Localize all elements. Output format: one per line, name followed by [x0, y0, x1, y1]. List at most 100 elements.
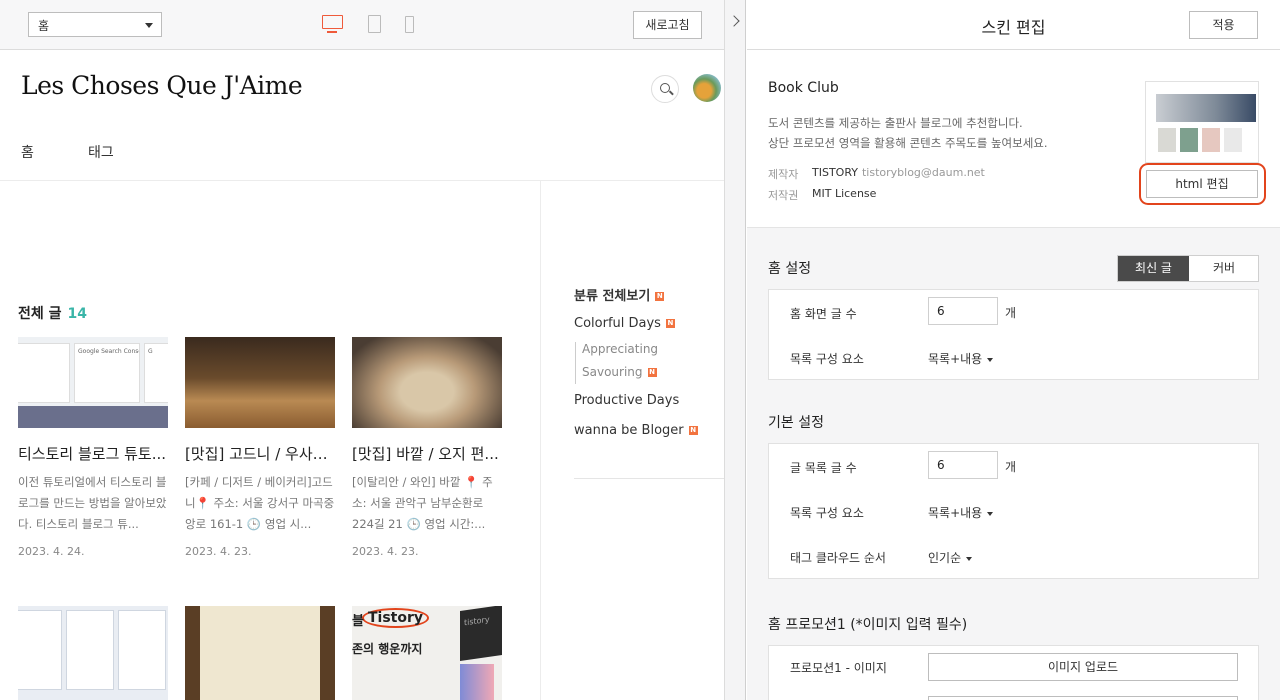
post-thumbnail[interactable] [352, 337, 502, 428]
post-excerpt: 이전 튜토리얼에서 티스토리 블로그를 만드는 방법을 알아보았다. 티스토리 … [18, 475, 167, 531]
seg-cover[interactable]: 커버 [1189, 256, 1259, 281]
header-divider [0, 180, 724, 181]
basic-settings-box: 글 목록 글 수 6 개 목록 구성 요소 목록+내용 태그 클라우드 순서 인… [768, 443, 1259, 579]
category-item[interactable]: wanna be Bloger N [574, 423, 698, 438]
seg-latest-posts[interactable]: 최신 글 [1118, 256, 1189, 281]
thumb-shape [460, 664, 494, 700]
new-badge: N [647, 368, 657, 377]
promo-box: 프로모션1 - 이미지 이미지 업로드 [768, 645, 1259, 700]
thumb-brand: Tistory [362, 608, 430, 628]
skin-editor-body[interactable]: Book Club 도서 콘텐츠를 제공하는 출판사 블로그에 추천합니다. 상… [747, 51, 1280, 700]
thumb-panel [18, 610, 62, 690]
image-upload-field-next[interactable] [928, 696, 1238, 700]
chevron-right-icon [728, 15, 740, 27]
category-label: Productive Days [574, 393, 680, 408]
post-date: 2023. 4. 23. [352, 545, 419, 558]
post-thumbnail[interactable] [18, 606, 168, 700]
page-select[interactable]: 홈 [28, 12, 162, 37]
post-excerpt: [카페 / 디저트 / 베이커리]고드니📍 주소: 서울 강서구 마곡중앙로 1… [185, 475, 335, 531]
list-post-count-unit: 개 [1005, 460, 1017, 474]
subcategory-item[interactable]: Appreciating [582, 342, 658, 356]
chevron-down-icon [145, 23, 153, 28]
home-settings-box: 홈 화면 글 수 6 개 목록 구성 요소 목록+내용 [768, 289, 1259, 380]
license-value: MIT License [812, 187, 877, 200]
skin-info: Book Club 도서 콘텐츠를 제공하는 출판사 블로그에 추천합니다. 상… [747, 51, 1280, 228]
post-thumbnail[interactable]: Tistory 블 존의 행운까지 tistory [352, 606, 502, 700]
maker-value: TISTORY tistoryblog@daum.net [812, 166, 985, 179]
basic-list-value: 목록+내용 [928, 506, 983, 520]
apply-button[interactable]: 적용 [1189, 11, 1258, 39]
post-card[interactable] [185, 606, 335, 700]
thumb-tile [1224, 128, 1242, 152]
desktop-view-icon[interactable] [322, 15, 343, 33]
sidebar-bottom-divider [574, 478, 724, 479]
home-settings-title: 홈 설정 [768, 261, 812, 277]
tag-order-label: 태그 클라우드 순서 [790, 551, 886, 565]
thumb-tile [1158, 128, 1176, 152]
home-type-toggle: 최신 글 커버 [1117, 255, 1259, 282]
thumb-text: 존의 행운까지 [352, 642, 423, 656]
basic-list-dropdown[interactable]: 목록+내용 [928, 504, 994, 521]
category-all-label: 분류 전체보기 [574, 289, 651, 304]
post-thumbnail[interactable] [185, 606, 335, 700]
refresh-button[interactable]: 새로고침 [633, 11, 702, 39]
thumb-box: tistory [460, 606, 502, 661]
post-title[interactable]: [맛집] 고드니 / 우사기... [185, 443, 335, 464]
category-item[interactable]: Productive Days [574, 393, 679, 408]
post-title[interactable]: [맛집] 바깥 / 오지 편... [352, 443, 502, 464]
nav-home[interactable]: 홈 [21, 142, 34, 162]
category-item[interactable]: Colorful Days N [574, 316, 675, 331]
mobile-view-icon[interactable] [405, 16, 414, 33]
skin-desc-line: 상단 프로모션 영역을 활용해 콘텐츠 주목도를 높여보세요. [768, 136, 1048, 150]
new-badge: N [655, 292, 665, 301]
panel-collapse-toggle[interactable] [724, 0, 746, 700]
blog-preview: Les Choses Que J'Aime 홈 태그 전체 글 14 Google… [0, 51, 724, 700]
all-posts-count: 14 [67, 306, 87, 322]
tablet-view-icon[interactable] [368, 15, 381, 33]
sidebar-divider [540, 181, 541, 700]
nav-tag[interactable]: 태그 [88, 142, 114, 162]
post-card[interactable]: Tistory 블 존의 행운까지 tistory [352, 606, 502, 700]
home-list-dropdown[interactable]: 목록+내용 [928, 350, 994, 367]
new-badge: N [665, 319, 675, 328]
category-label: Colorful Days [574, 316, 661, 331]
image-upload-button[interactable]: 이미지 업로드 [928, 653, 1238, 681]
post-card[interactable]: [맛집] 바깥 / 오지 편... [이탈리안 / 와인] 바깥 📍 주소: 서… [352, 337, 502, 558]
subcategory-line [575, 342, 576, 384]
subcategory-item[interactable]: Savouring N [582, 365, 657, 379]
post-thumbnail[interactable] [185, 337, 335, 428]
blog-title[interactable]: Les Choses Que J'Aime [21, 71, 303, 100]
search-button[interactable] [651, 75, 679, 103]
avatar[interactable] [693, 74, 721, 102]
tag-order-value: 인기순 [928, 551, 962, 565]
thumb-tile [1202, 128, 1220, 152]
thumb-card [18, 343, 70, 403]
post-thumbnail[interactable]: Google Search Console G [18, 337, 168, 428]
thumb-text: 블 [352, 614, 364, 629]
thumb-box-text: tistory [464, 614, 490, 628]
post-title[interactable]: 티스토리 블로그 튜토... [18, 443, 168, 464]
thumb-card: Google Search Console [74, 343, 140, 403]
post-card[interactable]: Google Search Console G 티스토리 블로그 튜토... 이… [18, 337, 168, 558]
post-card[interactable] [18, 606, 168, 700]
home-post-count-input[interactable]: 6 [928, 297, 998, 325]
post-date: 2023. 4. 24. [18, 545, 85, 558]
thumb-tile [1180, 128, 1198, 152]
all-posts-label: 전체 글 [18, 306, 62, 322]
home-post-count-label: 홈 화면 글 수 [790, 307, 857, 321]
category-all[interactable]: 분류 전체보기 N [574, 285, 665, 304]
tag-order-dropdown[interactable]: 인기순 [928, 549, 973, 566]
new-badge: N [688, 426, 698, 435]
list-post-count-input[interactable]: 6 [928, 451, 998, 479]
page-select-value: 홈 [38, 19, 50, 33]
post-card[interactable]: [맛집] 고드니 / 우사기... [카페 / 디저트 / 베이커리]고드니📍 … [185, 337, 335, 558]
html-edit-button[interactable]: html 편집 [1146, 170, 1258, 198]
subcategory-label: Appreciating [582, 342, 659, 356]
basic-list-label: 목록 구성 요소 [790, 506, 864, 520]
license-label: 저작권 [768, 189, 799, 202]
thumb-bar [18, 406, 168, 428]
preview-toolbar: 홈 새로고침 [0, 0, 724, 50]
thumb-card: G [144, 343, 168, 403]
all-posts-heading: 전체 글 14 [18, 303, 87, 323]
post-date: 2023. 4. 23. [185, 545, 252, 558]
